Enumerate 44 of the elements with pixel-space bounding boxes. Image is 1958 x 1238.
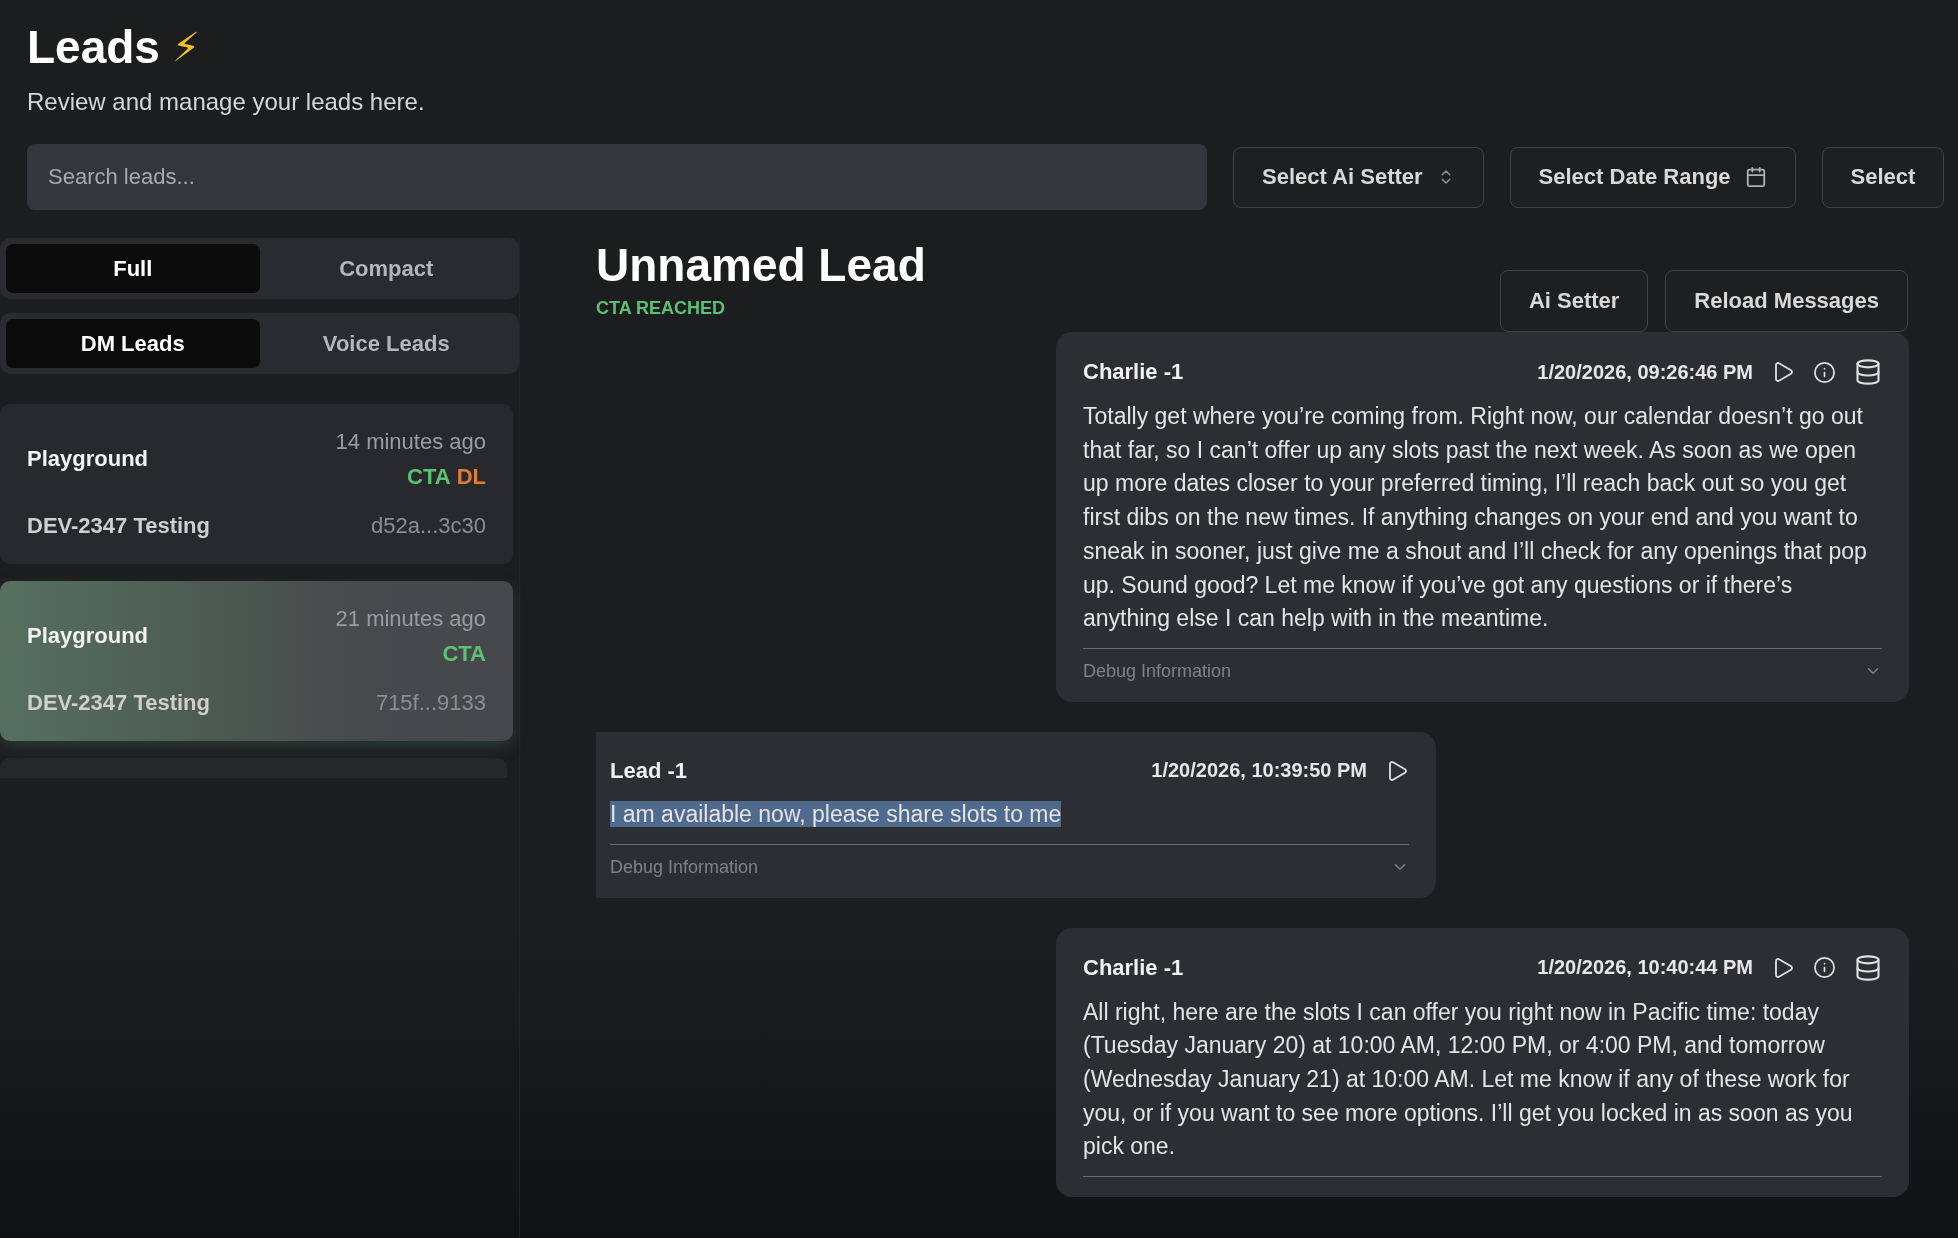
message-time: 1/20/2026, 10:39:50 PM xyxy=(1151,759,1367,783)
lead-tag: DL xyxy=(456,464,486,490)
view-toggle-option[interactable]: Full xyxy=(6,244,260,293)
page-subtitle: Review and manage your leads here. xyxy=(27,88,426,116)
search-field[interactable]: Search leads... xyxy=(27,144,1207,210)
message-sender: Charlie -1 xyxy=(1083,954,1185,981)
lead-type-option[interactable]: DM Leads xyxy=(6,319,260,368)
database-icon[interactable] xyxy=(1854,953,1882,982)
message-sender: Charlie -1 xyxy=(1083,359,1185,385)
filter-dropdown[interactable]: Select Ai Setter xyxy=(1233,146,1484,208)
message-time: 1/20/2026, 10:40:44 PM xyxy=(1537,956,1753,980)
debug-information-label[interactable]: Debug Information xyxy=(610,856,759,878)
filter-dropdown[interactable]: Select Date Range xyxy=(1509,146,1796,208)
lead-tag: CTA xyxy=(442,641,486,667)
info-icon[interactable] xyxy=(1813,360,1836,384)
lead-type-option[interactable]: Voice Leads xyxy=(259,319,513,368)
lead-time: 21 minutes ago xyxy=(335,605,486,632)
lead-project: DEV-2347 Testing xyxy=(27,513,211,540)
debug-information-label[interactable]: Debug Information xyxy=(1083,660,1232,682)
message-text: I am available now, please share slots to me xyxy=(610,800,1062,827)
message-text: All right, here are the slots I can offer you right now in Pacific time: today (Tuesday January 20) at 10:00 AM, 12:00 PM, or 4:00 PM, and tomorrow (Wednesday January 21) at 10:00 AM. Let me know if any of these work for you, or if you want to see more options. I’ll get you locked in as soon as you pick one. xyxy=(1083,998,1853,1160)
database-icon[interactable] xyxy=(1854,358,1882,386)
lead-id: d52a...3c30 xyxy=(370,513,486,540)
lead-name: Playground xyxy=(27,446,149,473)
lead-tag: CTA xyxy=(407,464,451,490)
lead-status: CTA REACHED xyxy=(596,298,726,319)
lead-id: 715f...9133 xyxy=(374,690,486,717)
lead-name: Playground xyxy=(27,623,149,650)
message-time: 1/20/2026, 09:26:46 PM xyxy=(1537,360,1753,384)
lead-time: 14 minutes ago xyxy=(335,428,486,455)
lead-card[interactable]: Playground 21 minutes ago CTA DEV-2347 Testing 715f...9133 xyxy=(0,581,513,741)
lead-card[interactable]: Playground 14 minutes ago CTA DL DEV-2347 Testing d52a...3c30 xyxy=(0,404,513,564)
lead-title: Unnamed Lead xyxy=(596,238,926,292)
message-text: Totally get where you’re coming from. Right now, our calendar doesn’t go out that far, so I can’t offer up any slots past the next week. As soon as we open up more dates closer to your preferred timing, I’ll reach back out so you get first dibs on the new times. If anything changes on your end and you want to sneak in sooner, just give me a shout and I’ll check for any openings that pop up. Sound good? Let me know if you’ve got any questions or if there’s anything else I can help with in the meantime. xyxy=(1083,403,1867,632)
action-button[interactable]: Reload Messages xyxy=(1665,270,1908,332)
action-button[interactable]: Ai Setter xyxy=(1499,270,1649,332)
lead-project: DEV-2347 Testing xyxy=(27,690,211,717)
message-sender: Lead -1 xyxy=(610,757,689,784)
lightning-emoji: ⚡ xyxy=(171,24,201,70)
calendar-icon xyxy=(1744,166,1767,188)
page-title: Leads xyxy=(27,20,160,74)
filter-dropdown[interactable]: Select xyxy=(1821,146,1945,208)
info-icon[interactable] xyxy=(1813,956,1836,980)
view-toggle-option[interactable]: Compact xyxy=(259,244,513,293)
